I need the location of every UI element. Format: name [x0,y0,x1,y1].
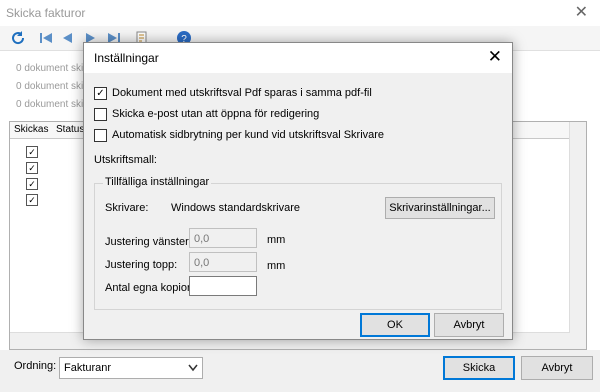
row-send-checkbox[interactable]: ✓ [26,146,38,158]
cancel-button[interactable]: Avbryt [521,356,593,380]
status-line: 0 dokument skic [16,99,89,110]
row-send-checkbox[interactable]: ✓ [26,178,38,190]
ordning-label: Ordning: [14,360,57,372]
temporary-settings-group: Tillfälliga inställningar Skrivare: Wind… [94,176,502,310]
refresh-icon[interactable] [10,30,26,46]
left-adjust-label: Justering vänster: [105,236,192,248]
first-page-icon[interactable] [38,30,54,46]
ok-button[interactable]: OK [360,313,430,337]
top-adjust-input[interactable]: 0,0 [189,252,257,272]
printer-label: Skrivare: [105,202,149,214]
vertical-scrollbar[interactable] [569,122,586,349]
send-button[interactable]: Skicka [443,356,515,380]
top-adjust-label: Justering topp: [105,259,178,271]
option-email-no-edit-checkbox[interactable] [94,108,107,121]
group-title: Tillfälliga inställningar [103,176,212,188]
column-header-status[interactable]: Status [56,124,84,135]
option-auto-pagebreak-checkbox[interactable] [94,129,107,142]
option-pdf-same-file-label[interactable]: Dokument med utskriftsval Pdf sparas i s… [112,87,372,99]
row-send-checkbox[interactable]: ✓ [26,162,38,174]
prev-page-icon[interactable] [60,30,76,46]
top-adjust-unit: mm [267,260,286,272]
dialog-close-icon[interactable]: ✕ [488,47,502,67]
copies-label: Antal egna kopior: [105,282,194,294]
ordning-value: Fakturanr [64,362,112,374]
ordning-select[interactable]: Fakturanr [59,357,203,379]
bottom-bar: Ordning: Fakturanr Skicka Avbryt [0,350,600,392]
dialog-titlebar: Inställningar ✕ [84,43,512,73]
printer-value: Windows standardskrivare [171,202,300,214]
utskriftsmall-label: Utskriftsmall: [94,154,157,166]
left-adjust-input[interactable]: 0,0 [189,228,257,248]
dialog-title: Inställningar [94,51,159,65]
dialog-cancel-button[interactable]: Avbryt [434,313,504,337]
status-line: 0 dokument skic [16,81,89,92]
chevron-down-icon [188,364,198,372]
window-title: Skicka fakturor [6,6,86,20]
column-header-skickas[interactable]: Skickas [14,124,48,135]
option-pdf-same-file-checkbox[interactable]: ✓ [94,87,107,100]
printer-settings-button[interactable]: Skrivarinställningar... [385,197,495,219]
option-auto-pagebreak-label[interactable]: Automatisk sidbrytning per kund vid utsk… [112,129,384,141]
option-email-no-edit-label[interactable]: Skicka e-post utan att öppna för rediger… [112,108,319,120]
settings-dialog: Inställningar ✕ ✓ Dokument med utskrifts… [83,42,513,340]
copies-input[interactable] [189,276,257,296]
status-line: 0 dokument skic [16,63,89,74]
row-send-checkbox[interactable]: ✓ [26,194,38,206]
window-close-icon[interactable]: ✕ [575,2,588,22]
left-adjust-unit: mm [267,234,286,246]
